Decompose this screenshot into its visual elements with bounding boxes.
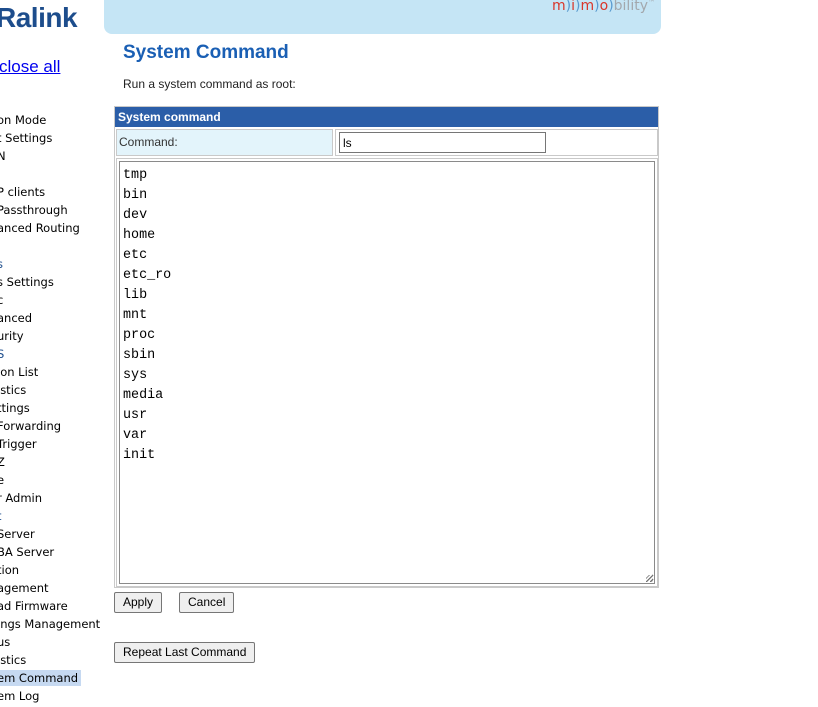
cancel-button[interactable]: Cancel xyxy=(179,592,235,613)
menu-item-advanced-routing[interactable]: anced Routing xyxy=(0,220,80,236)
command-value-cell xyxy=(335,129,658,156)
ralink-logo: Ralink xyxy=(0,2,78,33)
output-line: dev xyxy=(123,208,148,223)
output-line: home xyxy=(123,228,156,243)
menu-item-samba-server[interactable]: BA Server xyxy=(0,544,54,560)
command-input[interactable] xyxy=(339,132,546,153)
output-line: tmp xyxy=(123,168,148,183)
menu-item-lan[interactable]: N xyxy=(0,148,6,164)
menu-item-router-admin[interactable]: r Admin xyxy=(0,490,42,506)
output-line: var xyxy=(123,428,148,443)
menu-item-basic[interactable]: c xyxy=(0,292,3,308)
menu-category-wireless[interactable]: s xyxy=(0,256,3,272)
menu-item-security[interactable]: urity xyxy=(0,328,24,344)
menu-item-e[interactable]: e xyxy=(0,472,4,488)
menu-item-dhcp-clients[interactable]: P clients xyxy=(0,184,45,200)
menu-item-wireless-settings[interactable]: s Settings xyxy=(0,274,54,290)
mimobility-logo: m)i)m)o)bility™ xyxy=(552,0,655,14)
menu-item-system-log[interactable]: em Log xyxy=(0,688,39,704)
repeat-last-command-button[interactable]: Repeat Last Command xyxy=(114,642,256,663)
menu-item-status[interactable]: us xyxy=(0,634,10,650)
output-line: proc xyxy=(123,328,156,343)
apply-button[interactable]: Apply xyxy=(114,592,163,613)
menu-item-system-command[interactable]: em Command xyxy=(0,670,82,686)
menu-item-station-list[interactable]: ion List xyxy=(0,364,38,380)
menu-item-port-forwarding[interactable]: Forwarding xyxy=(0,418,61,434)
page-title: System Command xyxy=(123,42,289,63)
menu-item-settings-management[interactable]: ings Management xyxy=(0,616,100,632)
close-all-link[interactable]: close all xyxy=(0,57,60,77)
left-menu-frame: Ralink close all on Mode t Settings N P … xyxy=(0,0,104,707)
menu-item-upload-firmware[interactable]: ad Firmware xyxy=(0,598,68,614)
menu-item-operation-mode[interactable]: on Mode xyxy=(0,112,46,128)
menu-item-advanced[interactable]: anced xyxy=(0,310,32,326)
output-line: usr xyxy=(123,408,148,423)
output-line: media xyxy=(123,388,164,403)
menu-category-t[interactable]: t xyxy=(0,508,2,524)
page-intro: Run a system command as root: xyxy=(123,77,296,91)
output-line: sbin xyxy=(123,348,156,363)
header-banner: m)i)m)o)bility™ xyxy=(104,0,661,34)
menu-item-ftp-server[interactable]: Server xyxy=(0,526,35,542)
command-output-textarea[interactable]: tmp bin dev home etc etc_rolib mnt proc sbin sys m… xyxy=(119,161,655,584)
resize-grip-icon[interactable] xyxy=(646,575,653,582)
output-line: mnt xyxy=(123,308,148,323)
menu-item-wps[interactable]: S xyxy=(0,346,4,362)
output-line: lib xyxy=(123,288,148,303)
output-cell: tmp bin dev home etc etc_rolib mnt proc sbin sys m… xyxy=(116,158,658,587)
output-line: etc xyxy=(123,248,148,263)
menu-item-vpn-passthrough[interactable]: Passthrough xyxy=(0,202,68,218)
menu-item-wireless-statistics[interactable]: istics xyxy=(0,382,26,398)
menu-item-internet-settings[interactable]: t Settings xyxy=(0,130,52,146)
output-line: etc_ro xyxy=(123,268,172,283)
table-header: System command xyxy=(115,107,658,127)
command-label: Command: xyxy=(116,129,333,156)
output-line: init xyxy=(123,448,156,463)
menu-item-port-trigger[interactable]: Trigger xyxy=(0,436,37,452)
output-line: sys xyxy=(123,368,148,383)
output-line: bin xyxy=(123,188,148,203)
menu-item-statistics[interactable]: istics xyxy=(0,652,26,668)
menu-item-management[interactable]: agement xyxy=(0,580,49,596)
menu-item-administration[interactable]: tion xyxy=(0,562,19,578)
system-command-table: System command Command: tmp bin dev home etc… xyxy=(114,106,659,588)
menu-item-firewall-settings[interactable]: ttings xyxy=(0,400,30,416)
menu-item-dmz[interactable]: Z xyxy=(0,454,5,470)
